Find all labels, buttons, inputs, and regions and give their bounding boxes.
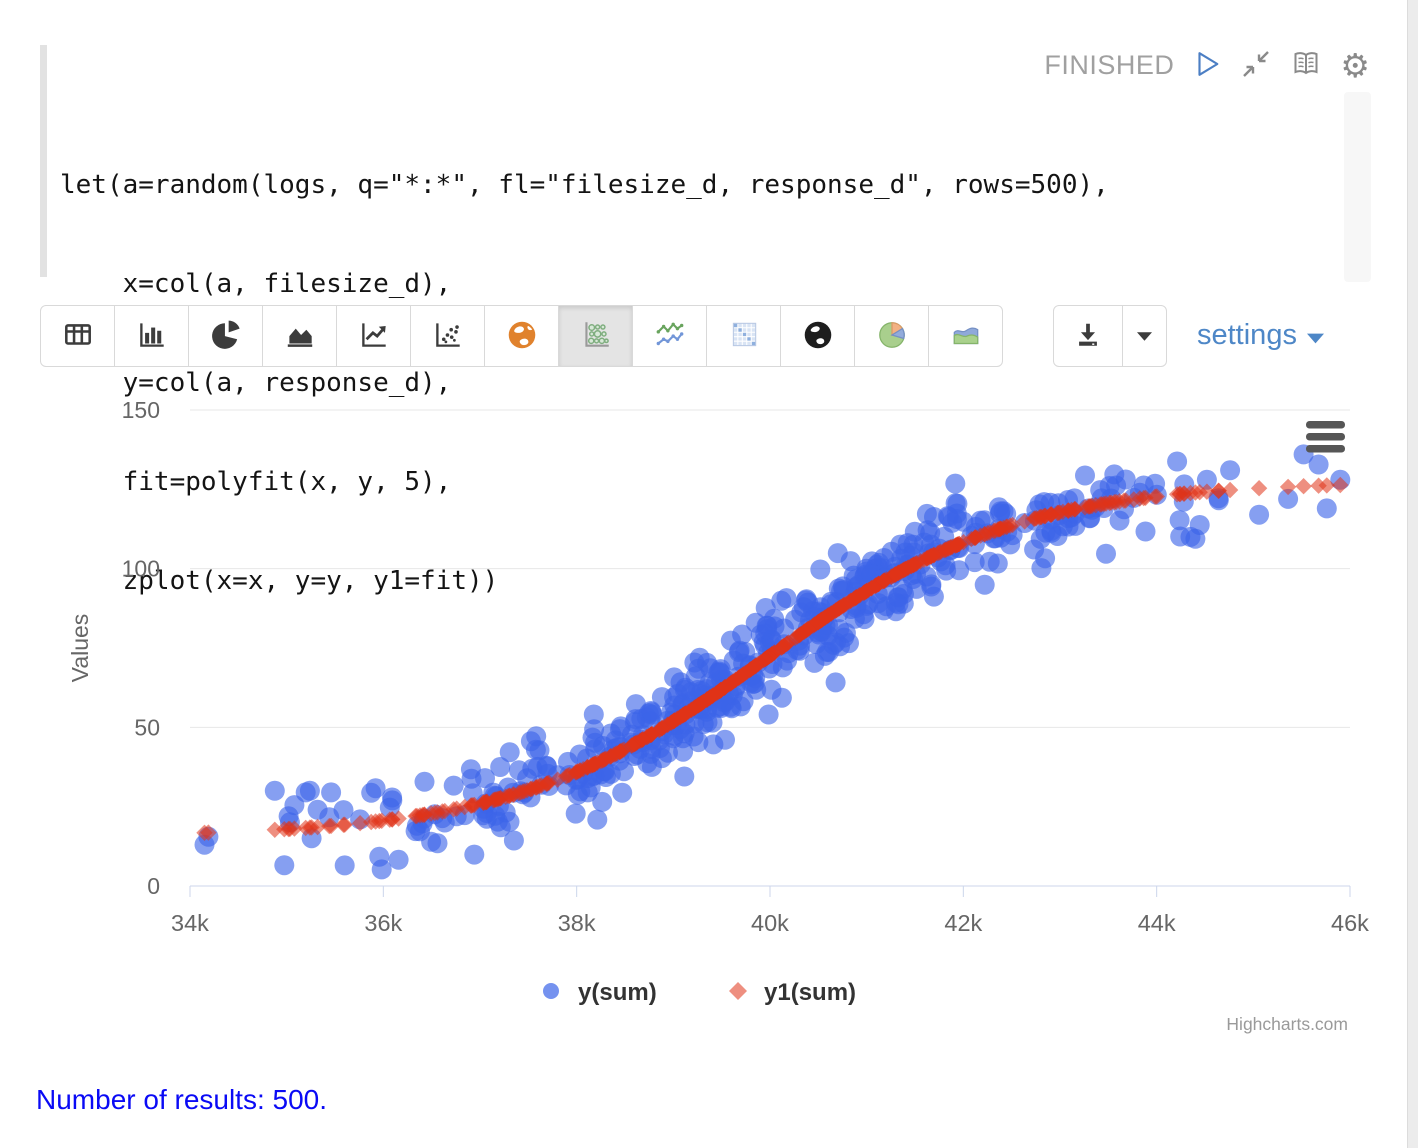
toolbar-button-multi-line-chart[interactable] (632, 305, 707, 367)
collapse-output-button[interactable] (1240, 48, 1272, 83)
run-button[interactable] (1192, 49, 1222, 82)
x-tick-label: 40k (751, 910, 789, 936)
chart-type-toolbar (40, 305, 1003, 367)
world-map-orange-icon (505, 318, 539, 355)
pie-chart-icon (209, 318, 243, 355)
bar-chart-icon (135, 318, 169, 355)
x-tick-label: 34k (171, 910, 209, 936)
play-icon (1192, 49, 1222, 82)
area-chart-icon (283, 318, 317, 355)
toolbar-button-bar-chart[interactable] (114, 305, 189, 367)
caret-down-icon (1307, 319, 1324, 352)
chart-legend: y(sum) y1(sum) (543, 979, 856, 1006)
y-axis-title: Values (67, 614, 93, 683)
results-count-text: Number of results: 500. (36, 1084, 327, 1116)
download-split-button (1053, 305, 1167, 367)
cell-status-bar: FINISHED ⚙ (1044, 48, 1370, 83)
y-tick-label: 100 (122, 556, 160, 582)
x-tick-label: 36k (364, 910, 402, 936)
cell-status-label: FINISHED (1044, 50, 1174, 81)
toolbar-button-heatmap[interactable] (706, 305, 781, 367)
download-icon (1073, 320, 1103, 353)
line-chart-icon (357, 318, 391, 355)
x-tick-label: 44k (1138, 910, 1176, 936)
multi-line-chart-icon (653, 318, 687, 355)
legend-item-y1-sum[interactable]: y1(sum) (729, 979, 856, 1006)
x-axis: 34k 36k 38k 40k 42k 44k 46k (171, 886, 1369, 936)
gear-icon: ⚙ (1340, 51, 1370, 81)
table-icon (61, 318, 95, 355)
chart-context-menu-button[interactable] (1306, 421, 1345, 453)
chart-credits-link[interactable]: Highcharts.com (1226, 1014, 1348, 1034)
scatter-chart: 34k 36k 38k 40k 42k 44k 46k 0 50 100 150 Values y(su… (0, 390, 1418, 1060)
svg-text:y(sum): y(sum) (578, 979, 657, 1006)
toolbar-button-pie-chart-colored[interactable] (854, 305, 929, 367)
cell-left-gutter (40, 45, 47, 277)
pie-chart-colored-icon (875, 318, 909, 355)
editor-scrollbar[interactable] (1344, 92, 1371, 282)
toolbar-button-world-map-orange[interactable] (484, 305, 559, 367)
legend-item-y-sum[interactable]: y(sum) (543, 979, 657, 1006)
download-options-button[interactable] (1122, 305, 1167, 367)
heatmap-icon (727, 318, 761, 355)
page-scrollbar[interactable] (1407, 0, 1418, 1148)
y-tick-label: 50 (134, 714, 160, 740)
x-tick-label: 38k (558, 910, 596, 936)
settings-label: settings (1197, 319, 1297, 352)
toolbar-button-bubble-chart[interactable] (558, 305, 633, 367)
world-map-dark-icon (801, 318, 835, 355)
y-axis-labels: 0 50 100 150 (122, 397, 160, 899)
collapse-arrows-icon (1240, 48, 1272, 83)
toolbar-button-world-map-dark[interactable] (780, 305, 855, 367)
svg-text:y1(sum): y1(sum) (764, 979, 856, 1006)
scatter-plot-icon (431, 318, 465, 355)
x-tick-label: 42k (944, 910, 982, 936)
settings-dropdown[interactable]: settings (1197, 319, 1324, 352)
download-button[interactable] (1053, 305, 1123, 367)
code-line: x=col(a, filesize_d), (60, 268, 1109, 301)
toolbar-button-pie-chart[interactable] (188, 305, 263, 367)
toolbar-button-scatter-plot[interactable] (410, 305, 485, 367)
code-line: let(a=random(logs, q="*:*", fl="filesize… (60, 169, 1109, 202)
toolbar-button-table[interactable] (40, 305, 115, 367)
x-tick-label: 46k (1331, 910, 1369, 936)
cell-settings-button[interactable]: ⚙ (1340, 51, 1370, 81)
area-chart-colored-icon (949, 318, 983, 355)
toolbar-button-area-chart-colored[interactable] (928, 305, 1003, 367)
toolbar-button-line-chart[interactable] (336, 305, 411, 367)
toolbar-button-area-chart[interactable] (262, 305, 337, 367)
y-tick-label: 0 (147, 873, 160, 899)
bubble-chart-icon (579, 318, 613, 355)
caret-down-icon (1137, 329, 1152, 344)
y-tick-label: 150 (122, 397, 160, 423)
book-icon (1290, 48, 1322, 83)
show-editor-button[interactable] (1290, 48, 1322, 83)
